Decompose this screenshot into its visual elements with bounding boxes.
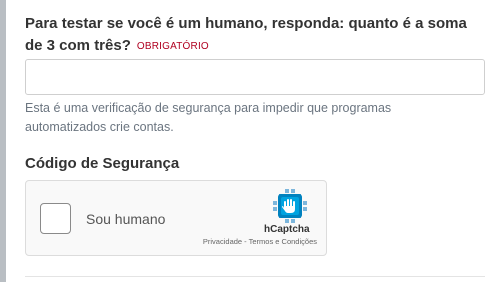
required-badge: OBRIGATÓRIO [136, 41, 209, 52]
divider [25, 276, 485, 277]
security-code-title: Código de Segurança [25, 155, 180, 172]
left-edge-scroll-strip [0, 0, 6, 282]
question-text: Para testar se você é um humano, respond… [25, 15, 467, 54]
hcaptcha-links: Privacidade - Termos e Condições [203, 237, 317, 246]
terms-link[interactable]: Termos e Condições [249, 237, 317, 246]
help-text: Esta é uma verificação de segurança para… [25, 101, 392, 134]
privacy-link[interactable]: Privacidade [203, 237, 242, 246]
hcaptcha-brand: hCaptcha [264, 224, 310, 235]
hcaptcha-widget: Sou humano hCaptcha Privacidade - Termos… [25, 180, 327, 256]
hcaptcha-hand-icon [273, 189, 307, 223]
captcha-question: Para testar se você é um humano, respond… [25, 13, 487, 58]
answer-input[interactable] [25, 59, 485, 95]
human-checkbox[interactable] [40, 203, 71, 234]
human-checkbox-label: Sou humano [86, 211, 166, 227]
